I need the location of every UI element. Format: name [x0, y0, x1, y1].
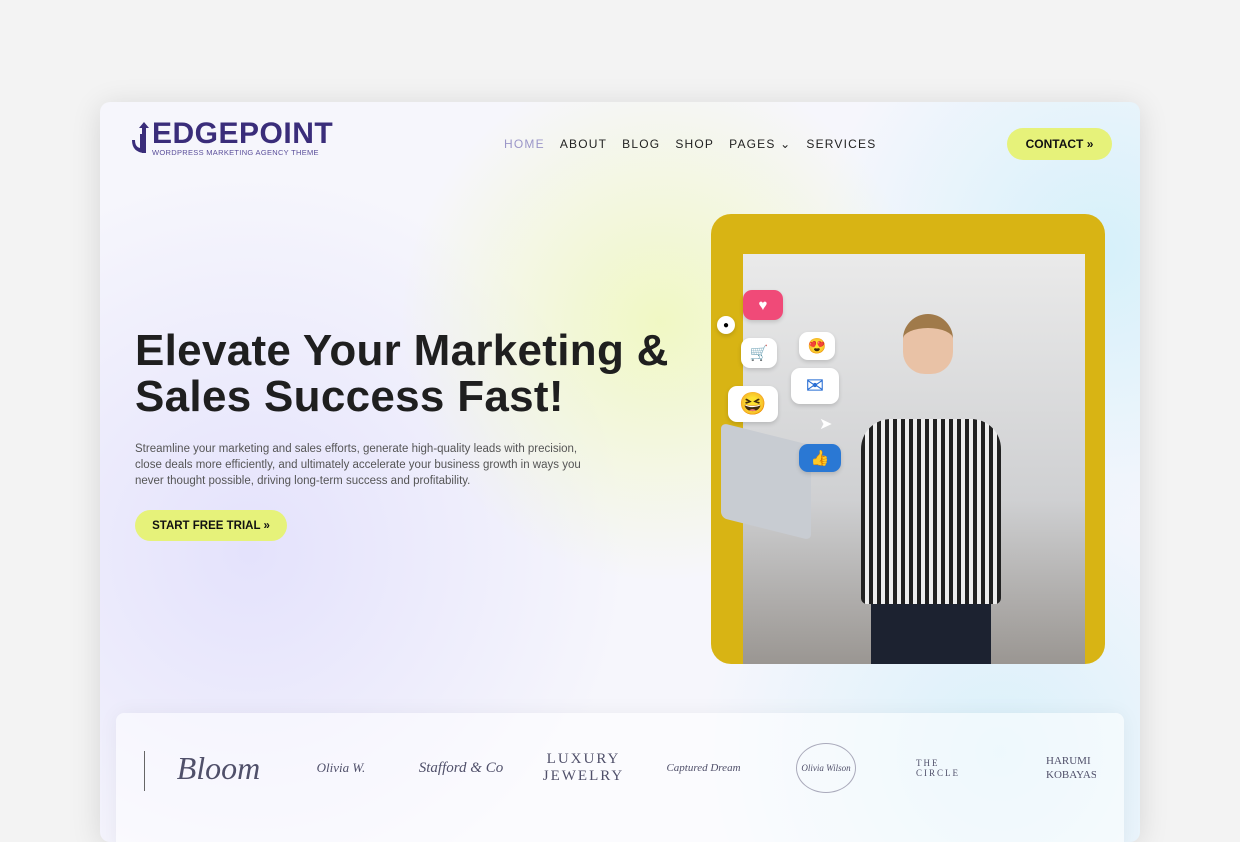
location-pin-icon: ● — [717, 316, 735, 334]
laughing-emoji-icon: 😆 — [728, 386, 778, 422]
divider — [144, 751, 145, 791]
nav-home[interactable]: HOME — [504, 137, 545, 151]
logo[interactable]: EDGEPOINT WORDPRESS MARKETING AGENCY THE… — [130, 117, 334, 157]
client-logos-strip: Bloom Olivia W. Stafford & Co LUXURY JEW… — [116, 713, 1124, 842]
page-frame: EDGEPOINT WORDPRESS MARKETING AGENCY THE… — [100, 102, 1140, 842]
start-free-trial-button[interactable]: START FREE TRIAL » — [135, 510, 287, 541]
nav-services[interactable]: SERVICES — [806, 137, 876, 151]
client-logo: Olivia W. — [316, 760, 366, 775]
hero-title: Elevate Your Marketing & Sales Success F… — [135, 326, 669, 421]
client-logo: Stafford & Co — [418, 759, 504, 776]
client-logo: THE CIRCLE — [916, 758, 961, 778]
nav-pages[interactable]: PAGES ⌄ — [729, 137, 791, 151]
envelope-icon: ✉ — [791, 368, 839, 404]
client-logo: Bloom — [176, 749, 261, 786]
client-logo: Captured Dream — [666, 762, 741, 774]
main-nav: HOME ABOUT BLOG SHOP PAGES ⌄ SERVICES — [504, 137, 876, 151]
client-logo: HARUMI KOBAYASHI — [1046, 755, 1096, 781]
logo-title: EDGEPOINT — [152, 117, 334, 150]
heart-icon: ♥ — [743, 290, 783, 320]
logo-chart-icon — [132, 122, 149, 153]
hero-description: Streamline your marketing and sales effo… — [135, 443, 581, 487]
logo-tagline: WORDPRESS MARKETING AGENCY THEME — [152, 148, 319, 157]
nav-blog[interactable]: BLOG — [622, 137, 660, 151]
send-icon: ➤ — [819, 416, 833, 433]
contact-button[interactable]: CONTACT » — [1007, 128, 1112, 160]
client-logo: Olivia Wilson — [796, 743, 856, 793]
hero-image: ♥ 🛒 😍 ✉ 😆 👍 ● ➤ — [711, 214, 1105, 664]
client-logo: LUXURY JEWELRY — [542, 751, 625, 784]
cart-icon: 🛒 — [741, 338, 777, 368]
nav-shop[interactable]: SHOP — [675, 137, 714, 151]
heart-eyes-emoji-icon: 😍 — [799, 332, 835, 360]
thumbs-up-icon: 👍 — [799, 444, 841, 472]
woman-figure — [861, 314, 1001, 664]
nav-about[interactable]: ABOUT — [560, 137, 607, 151]
